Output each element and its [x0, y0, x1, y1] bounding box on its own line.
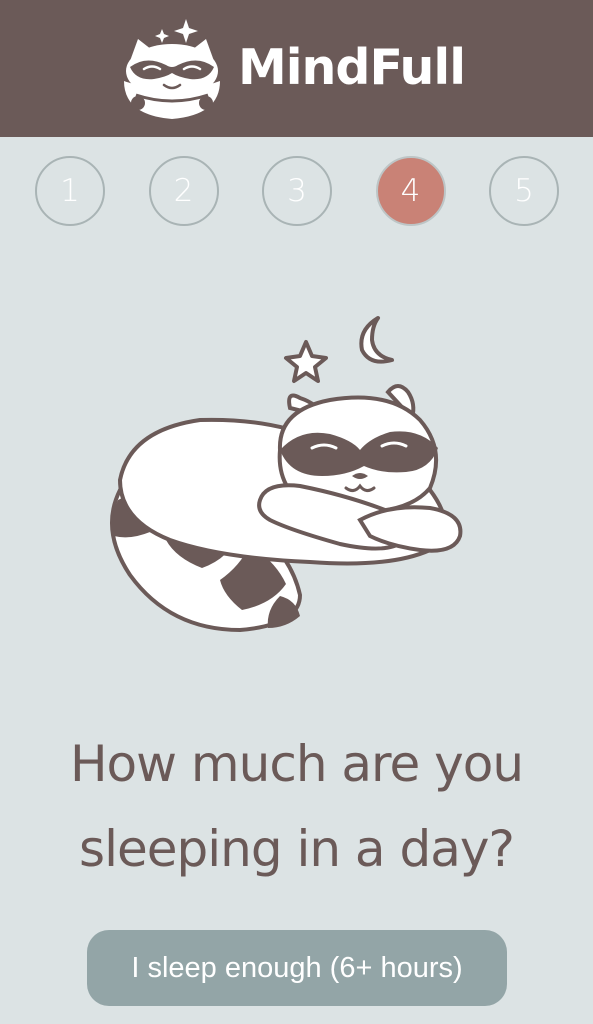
brand: MindFull: [116, 17, 466, 121]
step-indicator: 1 2 3 4 5: [35, 156, 559, 230]
answer-option-button[interactable]: I sleep enough (6+ hours): [87, 930, 507, 1006]
raccoon-logo-icon: [123, 18, 220, 119]
step-3[interactable]: 3: [262, 156, 332, 226]
question-text: How much are you sleeping in a day?: [20, 722, 573, 892]
step-5[interactable]: 5: [489, 156, 559, 226]
app-title: MindFull: [237, 39, 466, 96]
step-4[interactable]: 4: [375, 156, 446, 226]
app-header: MindFull: [0, 0, 593, 137]
question-line-1: How much are you: [69, 735, 524, 793]
step-1[interactable]: 1: [35, 156, 105, 226]
sleeping-raccoon-icon: [110, 316, 463, 633]
step-2[interactable]: 2: [148, 156, 219, 226]
question-line-2: sleeping in a day?: [79, 820, 515, 878]
